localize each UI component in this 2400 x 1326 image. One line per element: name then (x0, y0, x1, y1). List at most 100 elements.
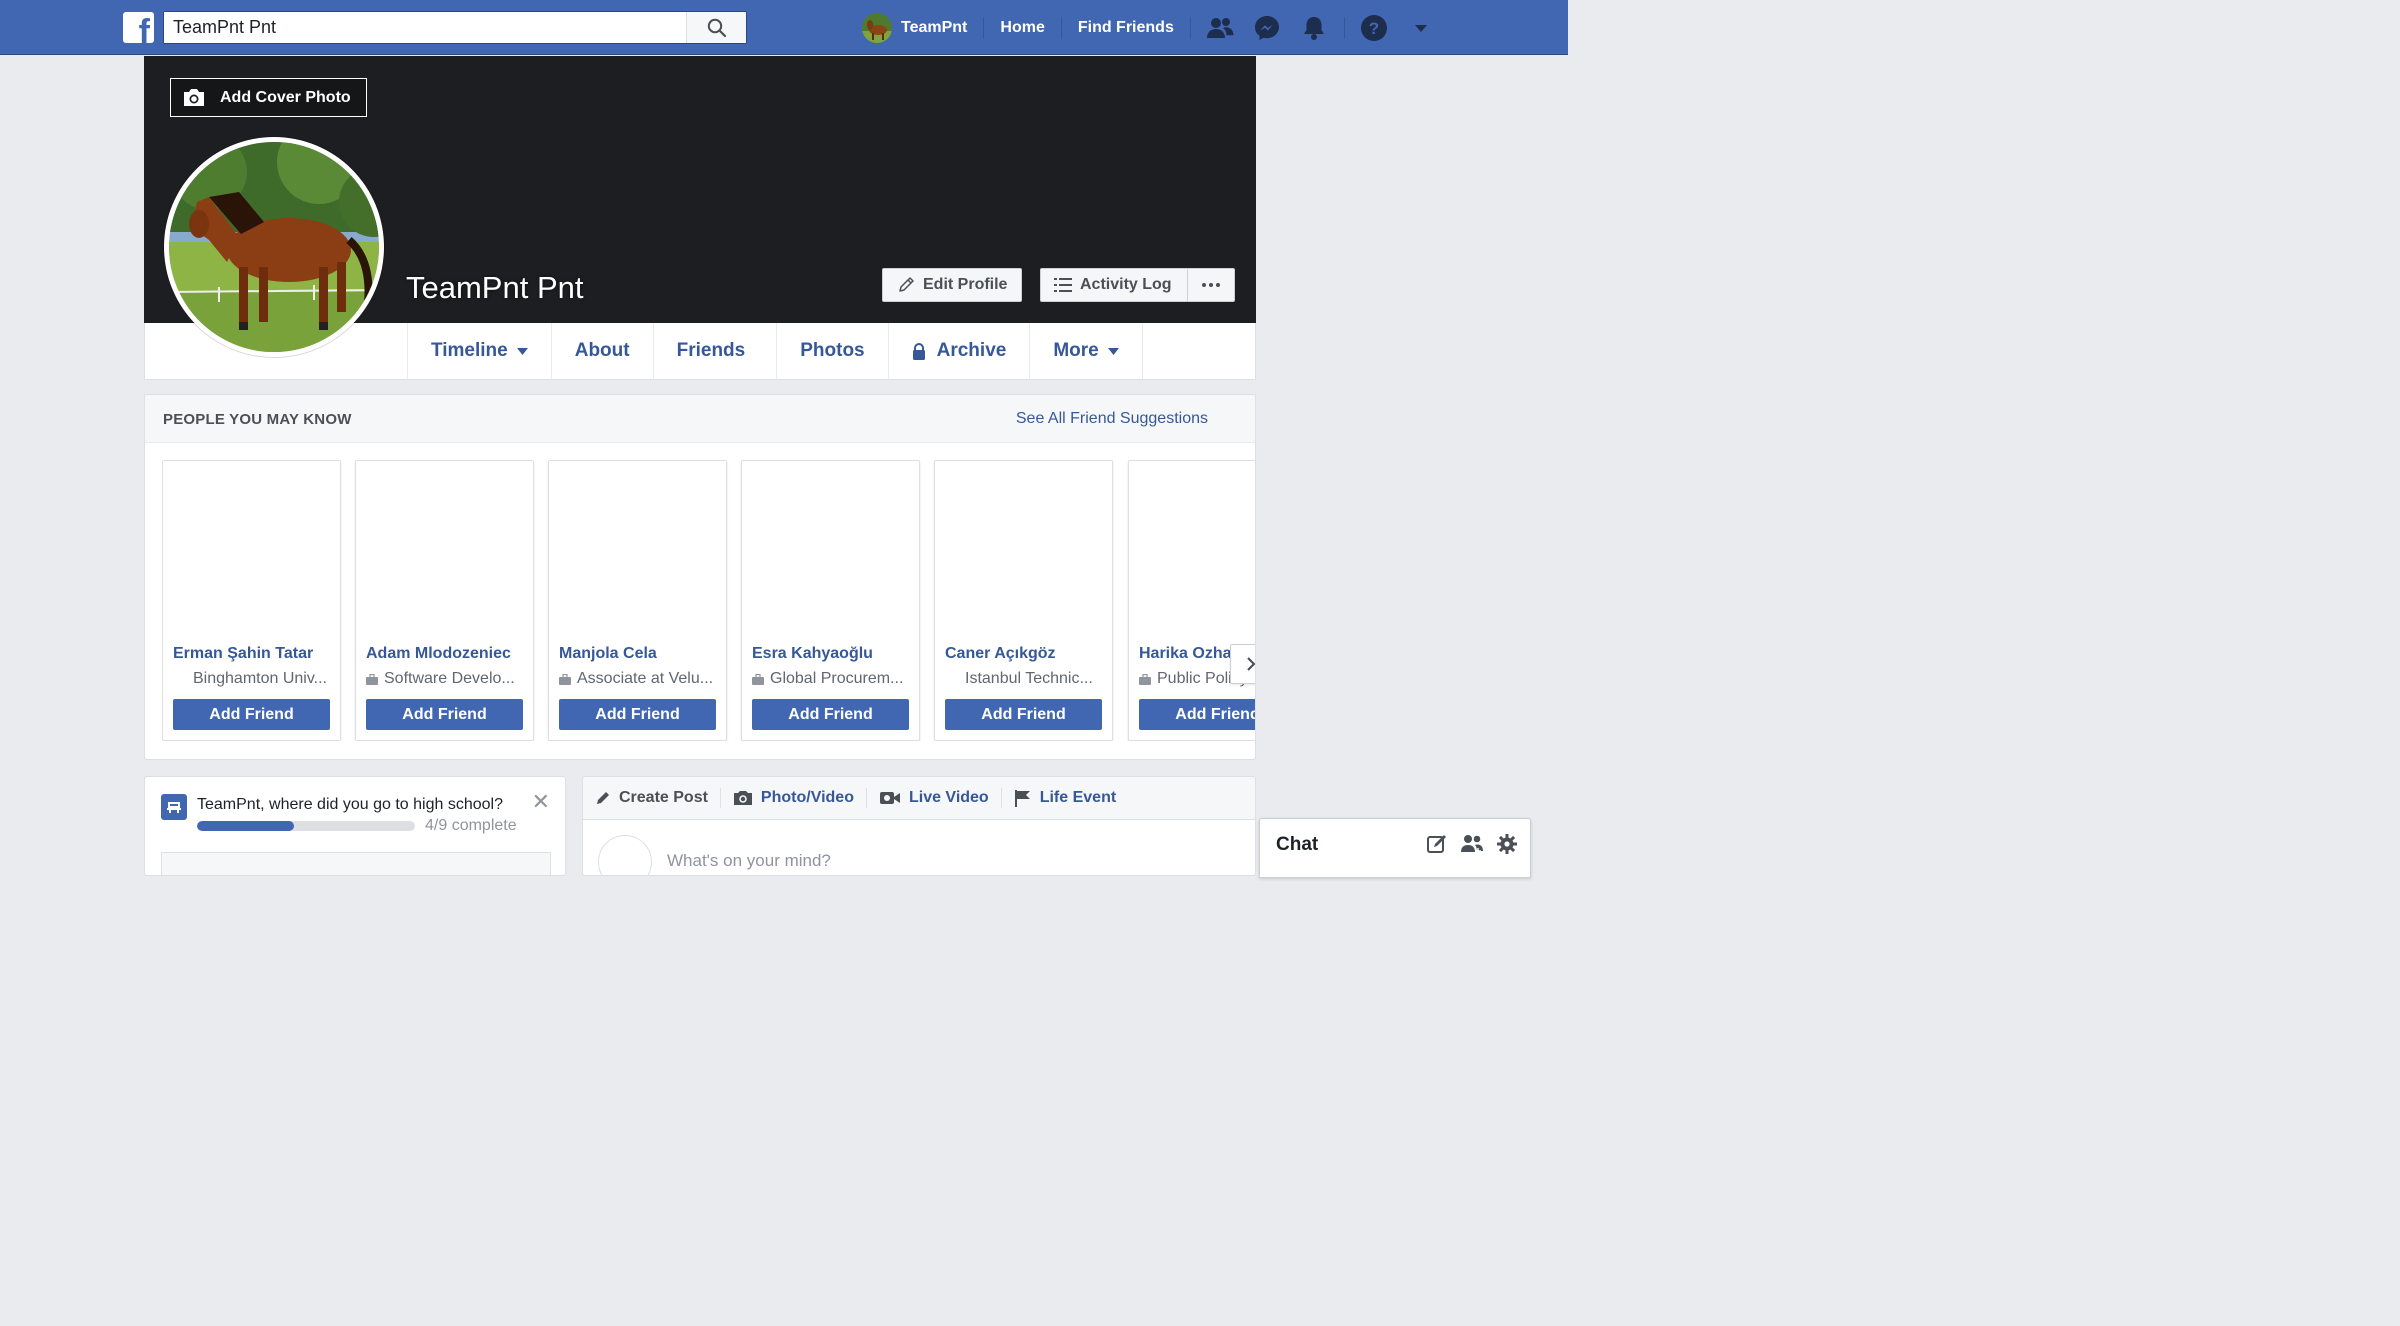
tab-label: More (1053, 340, 1099, 361)
chevron-down-icon (1415, 24, 1428, 32)
more-options-button[interactable] (1187, 268, 1235, 302)
search-icon (707, 18, 726, 37)
nav-find-friends-link[interactable]: Find Friends (1062, 19, 1190, 37)
person-card: Manjola Cela Associate at Velu... Add Fr… (548, 460, 727, 741)
person-photo[interactable] (163, 461, 340, 637)
messenger-button[interactable] (1244, 0, 1291, 55)
friend-requests-button[interactable] (1197, 0, 1244, 55)
pymk-header: PEOPLE YOU MAY KNOW See All Friend Sugge… (145, 395, 1255, 443)
list-icon (1054, 278, 1072, 292)
profile-header: Add Cover Photo TeamPnt Pnt Edit Profile… (144, 56, 1256, 380)
notifications-button[interactable] (1291, 0, 1338, 55)
profile-picture[interactable] (164, 137, 384, 357)
nav-profile-link[interactable]: TeamPnt (862, 12, 983, 43)
person-name[interactable]: Erman Şahin Tatar (173, 645, 335, 663)
account-menu-button[interactable] (1398, 0, 1445, 55)
pymk-next-button[interactable] (1230, 644, 1255, 684)
photo-video-tab[interactable]: Photo/Video (733, 789, 866, 807)
new-message-button[interactable] (1426, 833, 1448, 855)
add-friend-button[interactable]: Add Friend (173, 699, 330, 730)
briefcase-icon (366, 673, 378, 685)
facebook-logo-icon[interactable]: f (123, 12, 154, 43)
tab-friends[interactable]: Friends (654, 323, 778, 379)
add-friend-button[interactable]: Add Friend (366, 699, 523, 730)
person-photo[interactable] (935, 461, 1112, 637)
messenger-icon (1255, 15, 1280, 40)
video-camera-icon (879, 792, 900, 804)
tab-photos[interactable]: Photos (777, 323, 889, 379)
add-cover-photo-button[interactable]: Add Cover Photo (170, 78, 367, 117)
chat-icons (1414, 833, 1518, 855)
lock-icon (912, 342, 925, 360)
activity-log-label: Activity Log (1080, 276, 1172, 293)
completion-progress-fill (197, 821, 294, 831)
see-all-friend-suggestions-link[interactable]: See All Friend Suggestions (1016, 410, 1208, 428)
create-post-tab[interactable]: Create Post (595, 789, 720, 807)
add-friend-button[interactable]: Add Friend (1139, 699, 1255, 730)
person-name[interactable]: Manjola Cela (559, 645, 721, 663)
profile-tabs: Timeline About Friends Photos Archive Mo… (407, 323, 1143, 379)
post-composer: Create Post Photo/Video Live Video Life … (582, 776, 1256, 876)
composer-tabs: Create Post Photo/Video Live Video Life … (583, 777, 1255, 820)
edit-profile-label: Edit Profile (923, 276, 1008, 293)
add-friend-button[interactable]: Add Friend (945, 699, 1102, 730)
add-cover-photo-label: Add Cover Photo (220, 88, 351, 106)
person-subtitle: Istanbul Technic... (965, 670, 1093, 687)
nav-home-link[interactable]: Home (984, 19, 1060, 37)
top-navigation-bar: f TeamPnt Home (0, 0, 1568, 55)
tab-label: Archive (936, 340, 1007, 361)
notifications-icon (1304, 16, 1325, 40)
svg-text:?: ? (1369, 19, 1379, 38)
chevron-down-icon (1107, 347, 1119, 355)
person-name[interactable]: Esra Kahyaoğlu (752, 645, 914, 663)
person-card: Esra Kahyaoğlu Global Procurem... Add Fr… (741, 460, 920, 741)
divider (1000, 788, 1002, 808)
tab-archive[interactable]: Archive (889, 323, 1031, 379)
pencil-icon (597, 792, 609, 804)
tab-label: Friends (676, 340, 746, 361)
chat-bar[interactable]: Chat (1259, 818, 1531, 878)
edit-profile-button[interactable]: Edit Profile (882, 268, 1022, 302)
briefcase-icon (1139, 673, 1151, 685)
life-event-tab[interactable]: Life Event (1014, 789, 1128, 807)
chat-settings-button[interactable] (1496, 833, 1518, 855)
person-subtitle: Binghamton Univ... (193, 670, 327, 687)
person-card: Adam Mlodozeniec Software Develo... Add … (355, 460, 534, 741)
add-friend-button[interactable]: Add Friend (559, 699, 716, 730)
search-button[interactable] (686, 12, 746, 43)
more-dots-icon (1202, 283, 1220, 287)
live-video-tab[interactable]: Live Video (879, 789, 1001, 807)
high-school-question[interactable]: TeamPnt, where did you go to high school… (197, 796, 503, 814)
tab-more[interactable]: More (1030, 323, 1143, 379)
person-card: Harika Ozhalep Public Policy Add Friend (1128, 460, 1255, 741)
person-subtitle: Global Procurem... (752, 670, 912, 688)
tab-timeline[interactable]: Timeline (408, 323, 552, 379)
school-icon (161, 794, 187, 820)
profile-name: TeamPnt Pnt (406, 270, 584, 305)
divider (1343, 16, 1345, 39)
create-group-button[interactable] (1460, 833, 1484, 855)
camera-icon (733, 791, 752, 805)
horse-photo (169, 142, 379, 352)
person-name[interactable]: Caner Açıkgöz (945, 645, 1107, 663)
person-subtitle: Software Develo... (366, 670, 526, 688)
help-button[interactable]: ? (1351, 0, 1398, 55)
activity-log-button[interactable]: Activity Log (1040, 268, 1188, 302)
briefcase-icon (559, 673, 571, 685)
post-text-input[interactable]: What's on your mind? (667, 851, 831, 871)
chevron-down-icon (516, 347, 528, 355)
close-icon[interactable]: ✕ (532, 791, 550, 813)
person-photo[interactable] (1129, 461, 1255, 637)
gear-icon (1497, 834, 1517, 854)
search-input[interactable] (164, 12, 686, 43)
pymk-title: PEOPLE YOU MAY KNOW (163, 411, 352, 428)
person-name[interactable]: Adam Mlodozeniec (366, 645, 528, 663)
briefcase-icon (752, 673, 764, 685)
tab-about[interactable]: About (552, 323, 654, 379)
pencil-icon (899, 277, 914, 292)
person-photo[interactable] (549, 461, 726, 637)
school-input-area[interactable] (161, 852, 551, 875)
person-photo[interactable] (356, 461, 533, 637)
person-photo[interactable] (742, 461, 919, 637)
add-friend-button[interactable]: Add Friend (752, 699, 909, 730)
